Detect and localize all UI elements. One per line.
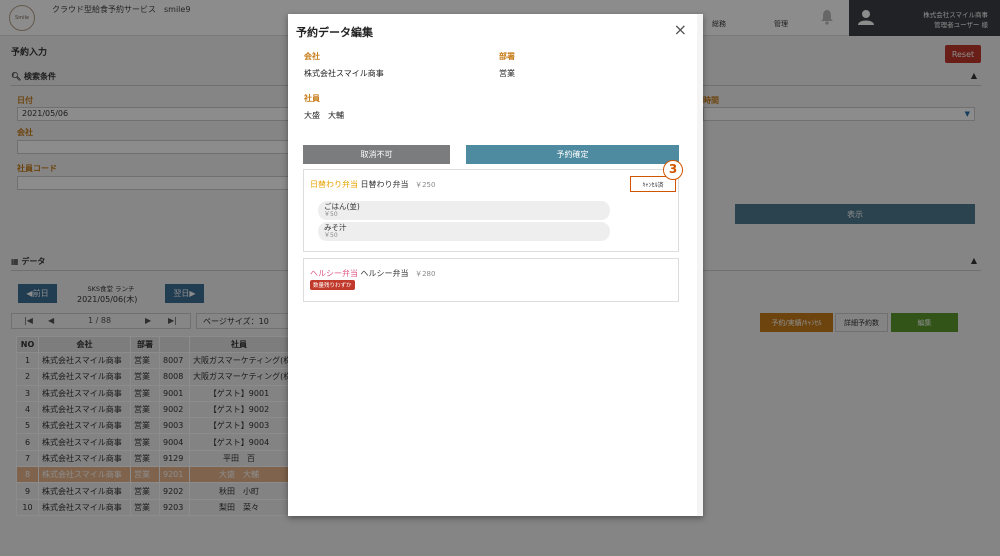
company-label: 会社 [304,52,320,61]
modal-scrollbar[interactable] [697,14,703,516]
menu-title: 日替わり弁当 日替わり弁当 ￥250 [310,179,435,190]
option-price: ￥50 [324,232,338,239]
modal-title: 予約データ編集 [296,26,373,39]
close-icon[interactable]: × [674,20,687,39]
employee-value: 大盛 大輔 [304,111,344,120]
option-price: ￥50 [324,211,338,218]
menu-price: ￥280 [415,270,436,278]
menu-name: 日替わり弁当 [360,180,409,189]
confirm-reservation-button[interactable]: 予約確定 [466,145,679,164]
dept-label: 部署 [499,52,515,61]
menu-title: ヘルシー弁当 ヘルシー弁当 ￥280 [310,268,435,279]
employee-label: 社員 [304,94,320,103]
company-value: 株式会社スマイル商事 [304,69,384,78]
option-name: ごはん(並) [324,202,360,211]
menu-category: 日替わり弁当 [310,180,358,189]
option-miso-soup[interactable]: みそ汁 ￥50 [318,222,610,241]
menu-card-daily[interactable]: 日替わり弁当 日替わり弁当 ￥250 ｷｬﾝｾﾙ済 ごはん(並) ￥50 みそ汁… [303,169,679,252]
option-name: みそ汁 [324,223,347,232]
no-cancel-button[interactable]: 取消不可 [303,145,450,164]
low-stock-badge: 数量残りわずか [310,280,355,290]
menu-category: ヘルシー弁当 [310,269,358,278]
menu-card-healthy[interactable]: ヘルシー弁当 ヘルシー弁当 ￥280 数量残りわずか [303,258,679,302]
menu-price: ￥250 [415,181,436,189]
dept-value: 営業 [499,69,515,78]
edit-reservation-modal: 予約データ編集 × 会社 株式会社スマイル商事 部署 営業 社員 大盛 大輔 取… [288,14,703,516]
menu-name: ヘルシー弁当 [360,269,409,278]
option-rice[interactable]: ごはん(並) ￥50 [318,201,610,220]
step-number-badge: 3 [663,160,683,180]
